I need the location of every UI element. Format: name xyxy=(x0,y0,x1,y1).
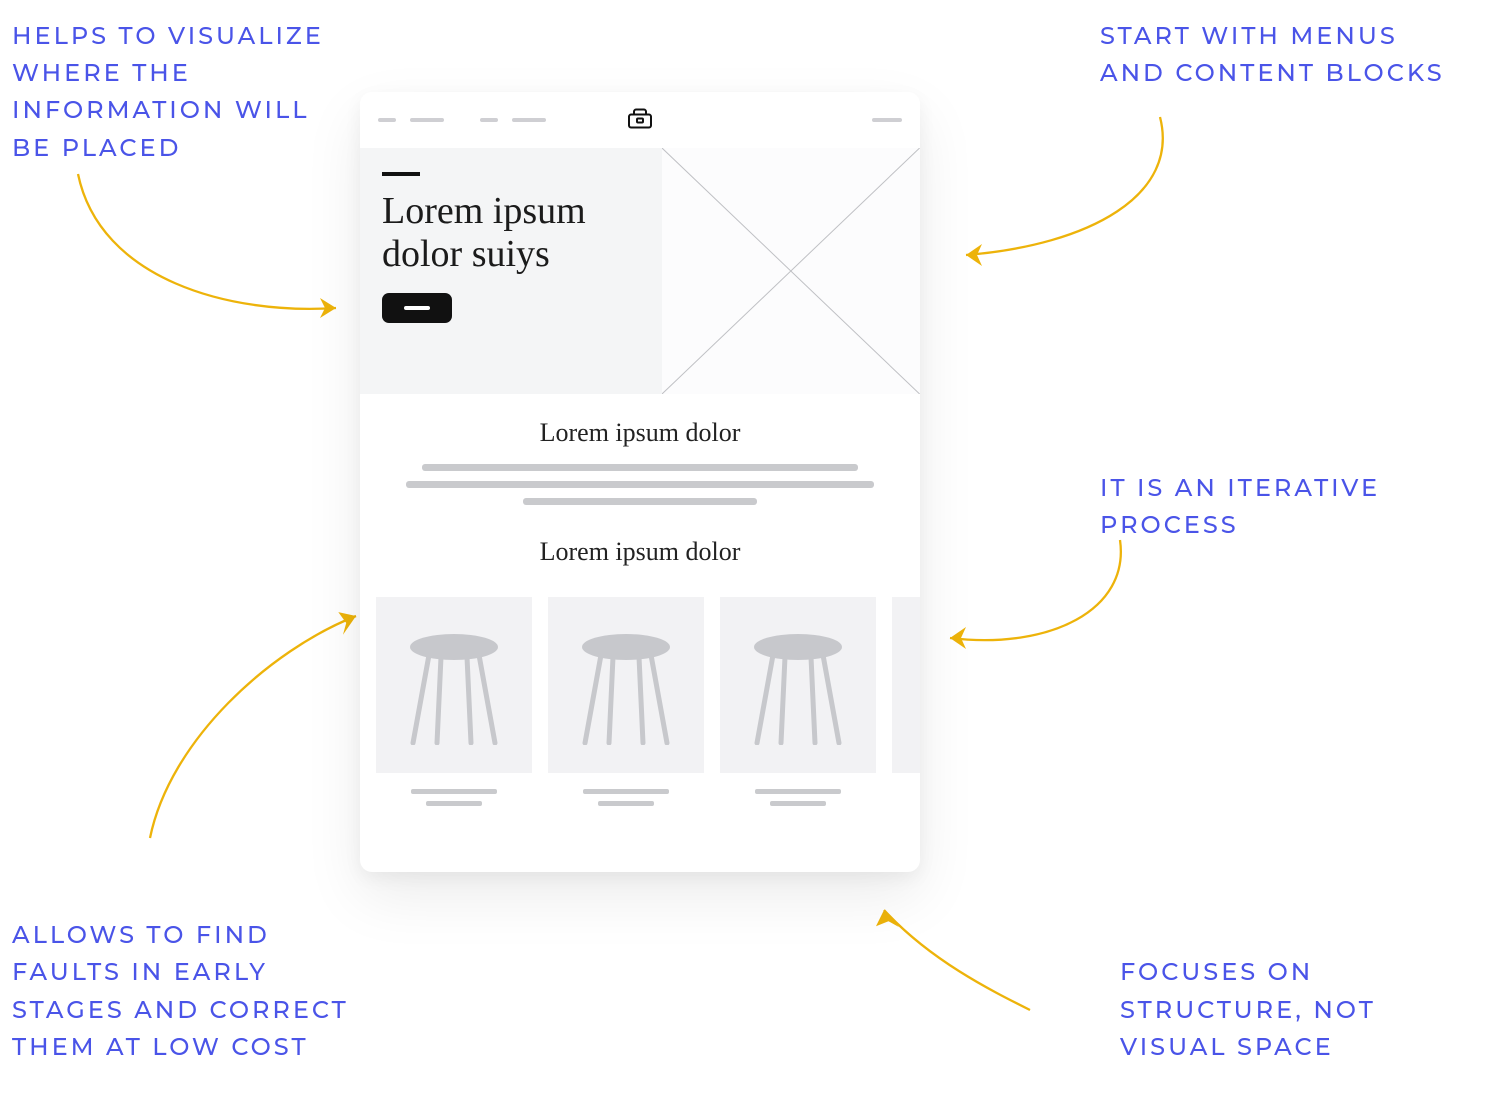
product-caption-placeholder xyxy=(755,789,841,806)
section-heading: Lorem ipsum dolor xyxy=(386,537,894,567)
hero-heading: Lorem ipsum dolor suiys xyxy=(382,190,640,275)
arrow-top-left-icon xyxy=(40,160,360,340)
hero-section: Lorem ipsum dolor suiys xyxy=(360,148,920,394)
topbar xyxy=(360,92,920,148)
hero-image-placeholder xyxy=(662,148,920,394)
nav-item-placeholder[interactable] xyxy=(410,118,444,122)
product-image-placeholder xyxy=(892,597,920,773)
product-image-placeholder xyxy=(376,597,532,773)
arrow-top-right-icon xyxy=(930,105,1190,285)
hero-cta-button[interactable] xyxy=(382,293,452,323)
product-image-placeholder xyxy=(548,597,704,773)
product-caption-placeholder xyxy=(411,789,497,806)
section-heading: Lorem ipsum dolor xyxy=(386,418,894,448)
product-image-placeholder xyxy=(720,597,876,773)
content-section-2: Lorem ipsum dolor xyxy=(360,509,920,587)
arrow-bot-right-icon xyxy=(840,890,1060,1030)
nav-item-placeholder[interactable] xyxy=(512,118,546,122)
stool-icon xyxy=(571,625,681,745)
wireframe-mockup: Lorem ipsum dolor suiys Lorem ipsum dolo… xyxy=(360,92,920,872)
content-section-1: Lorem ipsum dolor xyxy=(360,394,920,509)
nav-item-placeholder[interactable] xyxy=(378,118,396,122)
logo-icon xyxy=(626,109,654,131)
annotation-bot-left: ALLOWS TO FIND FAULTS IN EARLY STAGES AN… xyxy=(12,917,352,1066)
annotation-top-right: START WITH MENUS AND CONTENT BLOCKS xyxy=(1100,18,1460,92)
product-cards-row xyxy=(360,587,920,828)
annotation-bot-right: FOCUSES ON STRUCTURE, NOT VISUAL SPACE xyxy=(1120,954,1460,1066)
annotation-top-left: HELPS TO VISUALIZE WHERE THE INFORMATION… xyxy=(12,18,332,167)
product-card[interactable] xyxy=(548,597,704,806)
product-card[interactable] xyxy=(892,597,920,806)
annotation-mid-right: IT IS AN ITERATIVE PROCESS xyxy=(1100,470,1460,544)
stool-icon xyxy=(399,625,509,745)
product-caption-placeholder xyxy=(583,789,669,806)
hero-accent-rule xyxy=(382,172,420,176)
nav-item-placeholder[interactable] xyxy=(480,118,498,122)
paragraph-placeholder xyxy=(386,464,894,505)
product-card[interactable] xyxy=(376,597,532,806)
arrow-mid-right-icon xyxy=(920,530,1140,680)
nav-item-placeholder[interactable] xyxy=(872,118,902,122)
arrow-bot-left-icon xyxy=(120,590,380,850)
stool-icon xyxy=(743,625,853,745)
product-card[interactable] xyxy=(720,597,876,806)
